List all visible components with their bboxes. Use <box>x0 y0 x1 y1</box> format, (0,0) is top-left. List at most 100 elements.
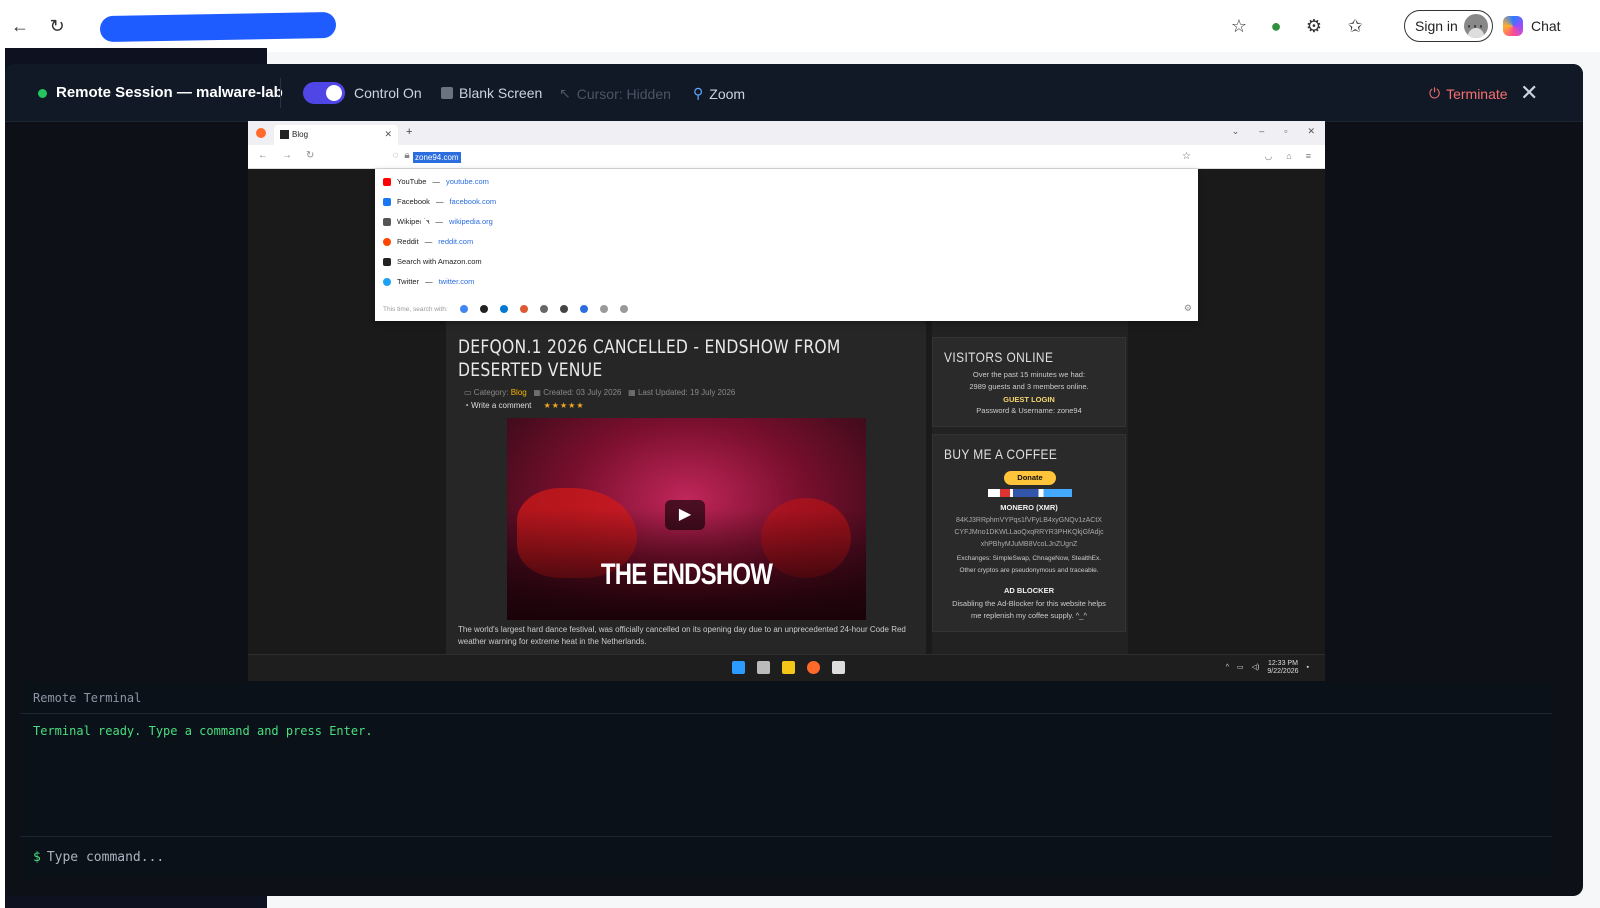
monero-address-2[interactable]: CYFJMno1DKWLLaoQxqRRYR3PHKQkjGfAdjc <box>933 527 1125 539</box>
blank-screen-button[interactable]: Blank Screen <box>441 85 542 101</box>
wikipedia-engine-icon[interactable] <box>539 305 548 313</box>
terminal-command-input[interactable] <box>46 850 647 865</box>
visitors-title: VISITORS ONLINE <box>944 349 1054 365</box>
firefox-taskbar-icon[interactable] <box>807 661 820 674</box>
suggestion-facebook[interactable]: Facebook — facebook.com <box>383 197 496 206</box>
suggestion-amazon[interactable]: Search with Amazon.com <box>383 257 482 266</box>
tray-chevron-icon[interactable]: ^ <box>1226 664 1229 672</box>
bookmarks-engine-icon[interactable] <box>579 305 588 313</box>
url-suggestions-dropdown: YouTube — youtube.com Facebook — facebook.… <box>375 169 1198 321</box>
remote-screen[interactable]: Blog ✕ + ⌄ – ▫ ✕ ← → ↻ ◌ 🔒︎ zone94.com ☆… <box>248 121 1325 681</box>
category-link[interactable]: Blog <box>511 388 527 397</box>
notifications-icon[interactable]: ▪ <box>1307 664 1309 672</box>
article-meta: ▭ Category: Blog ▦ Created: 03 July 2026… <box>464 388 735 397</box>
favorites-list-icon[interactable]: ✩ <box>1343 14 1367 38</box>
windows-start-icon[interactable] <box>732 661 745 674</box>
terminate-label: Terminate <box>1446 85 1508 102</box>
window-close-icon[interactable]: ✕ <box>1307 126 1315 137</box>
history-engine-icon[interactable] <box>619 305 628 313</box>
google-engine-icon[interactable] <box>459 305 468 313</box>
remote-terminal: Remote Terminal Terminal ready. Type a c… <box>20 682 1552 878</box>
comment-icon: ◔ <box>464 401 469 410</box>
monero-title-row: MONERO (XMR) <box>933 502 1125 514</box>
tab-favicon-icon <box>280 130 289 139</box>
remote-lock-icon: 🔒︎ <box>404 150 410 161</box>
remote-menu-icon[interactable]: ≡ <box>1306 151 1311 162</box>
network-icon[interactable]: ▭ <box>1237 664 1244 672</box>
power-icon: ⏻ <box>1429 85 1441 101</box>
monero-address-1[interactable]: 84KJ3RRphmVYPqs1fVFyLB4xyGNQv1zACtX <box>933 515 1125 527</box>
amazon-icon <box>383 257 391 266</box>
taskbar-apps <box>732 661 845 674</box>
remote-bookmark-icon[interactable]: ☆ <box>1182 151 1191 162</box>
write-comment-link[interactable]: Write a comment <box>471 401 531 410</box>
suggestion-twitter[interactable]: Twitter — twitter.com <box>383 277 474 286</box>
adblock-title: AD BLOCKER <box>1004 586 1054 595</box>
suggestion-wikipedia[interactable]: Wikipedia — wikipedia.org <box>383 217 493 226</box>
visitors-widget: VISITORS ONLINE Over the past 15 minutes… <box>932 337 1126 427</box>
suggestion-reddit[interactable]: Reddit — reddit.com <box>383 237 473 246</box>
volume-icon[interactable]: ◁) <box>1252 664 1260 672</box>
favorite-icon[interactable]: ☆ <box>1227 14 1251 38</box>
suggestion-name: Reddit <box>397 237 419 246</box>
ebay-engine-icon[interactable] <box>559 305 568 313</box>
other-cryptos-text: Other cryptos are pseudonymous and trace… <box>959 567 1099 574</box>
bing-engine-icon[interactable] <box>499 305 508 313</box>
copilot-chat-button[interactable]: Chat <box>1503 16 1561 36</box>
suggestion-youtube[interactable]: YouTube — youtube.com <box>383 177 489 186</box>
control-toggle[interactable] <box>303 82 345 104</box>
monero-address-3[interactable]: xhPBhyMJuMB8VcoLJnZUgnZ <box>933 539 1125 551</box>
remote-back-icon[interactable]: ← <box>258 150 268 161</box>
article-title[interactable]: DEFQON.1 2026 CANCELLED - ENDSHOW FROM D… <box>458 336 868 382</box>
remote-extensions-icon[interactable]: ⌂ <box>1286 151 1291 162</box>
store-icon[interactable] <box>832 661 845 674</box>
rating-stars[interactable]: ★★★★★ <box>544 401 585 410</box>
more-icon[interactable]: ⋯ <box>1463 14 1487 38</box>
terminal-title: Remote Terminal <box>20 682 1552 714</box>
address-bar-redacted[interactable] <box>100 11 336 43</box>
back-icon[interactable]: ← <box>8 14 32 38</box>
visitors-line-2: 2989 guests and 3 members online. <box>969 382 1089 391</box>
close-icon[interactable]: ✕ <box>1520 80 1538 106</box>
adblock-title-row: AD BLOCKER <box>933 585 1125 597</box>
refresh-icon[interactable]: ↻ <box>45 14 69 38</box>
twitter-icon <box>383 277 391 286</box>
remote-forward-icon[interactable]: → <box>282 150 292 161</box>
tab-close-icon[interactable]: ✕ <box>384 129 392 140</box>
suggestion-name: Search with Amazon.com <box>397 257 482 266</box>
donate-button[interactable]: Donate <box>1004 471 1056 485</box>
remote-nav-buttons: ← → ↻ ◌ 🔒︎ <box>258 150 410 161</box>
remote-pocket-icon[interactable]: ◡ <box>1264 151 1272 162</box>
terminal-input-row: $ <box>20 836 1552 878</box>
task-view-icon[interactable] <box>757 661 770 674</box>
remote-url-input[interactable]: zone94.com <box>413 152 461 163</box>
connection-status-icon <box>38 89 47 98</box>
cursor-visibility-button[interactable]: ↖ Cursor: Hidden <box>559 85 671 102</box>
play-icon[interactable]: ▶ <box>665 500 705 530</box>
tab-list-icon[interactable]: ⌄ <box>1232 126 1240 137</box>
maximize-icon[interactable]: ▫ <box>1284 126 1287 137</box>
new-tab-icon[interactable]: + <box>406 126 412 138</box>
remote-reload-icon[interactable]: ↻ <box>306 150 314 161</box>
minimize-icon[interactable]: – <box>1259 126 1264 137</box>
clock[interactable]: 12:33 PM 9/22/2026 <box>1267 660 1298 676</box>
header-divider <box>280 78 281 108</box>
remote-window-controls: ⌄ – ▫ ✕ <box>1232 126 1315 137</box>
session-title: Remote Session — malware-lab <box>56 84 283 101</box>
remote-tab-blog[interactable]: Blog ✕ <box>274 125 398 145</box>
remote-tab-label: Blog <box>292 130 309 139</box>
exchanges-text: Exchanges: SimpleSwap, ChnageNow, Stealt… <box>956 555 1102 562</box>
payment-cards-icon <box>988 489 1072 497</box>
file-explorer-icon[interactable] <box>782 661 795 674</box>
extensions-icon[interactable]: ⚙ <box>1302 14 1326 38</box>
amazon-engine-icon[interactable] <box>479 305 488 313</box>
terminate-button[interactable]: ⏻ Terminate <box>1429 85 1508 102</box>
browser-essentials-icon[interactable]: ● <box>1264 14 1288 38</box>
search-settings-icon[interactable]: ⚙ <box>1184 303 1192 314</box>
youtube-icon <box>383 177 391 186</box>
video-player[interactable]: ▶ THE ENDSHOW <box>507 418 866 620</box>
tabs-engine-icon[interactable] <box>599 305 608 313</box>
suggestion-url: reddit.com <box>438 237 474 246</box>
duckduckgo-engine-icon[interactable] <box>519 305 528 313</box>
zoom-button[interactable]: ⚲ Zoom <box>693 85 745 102</box>
